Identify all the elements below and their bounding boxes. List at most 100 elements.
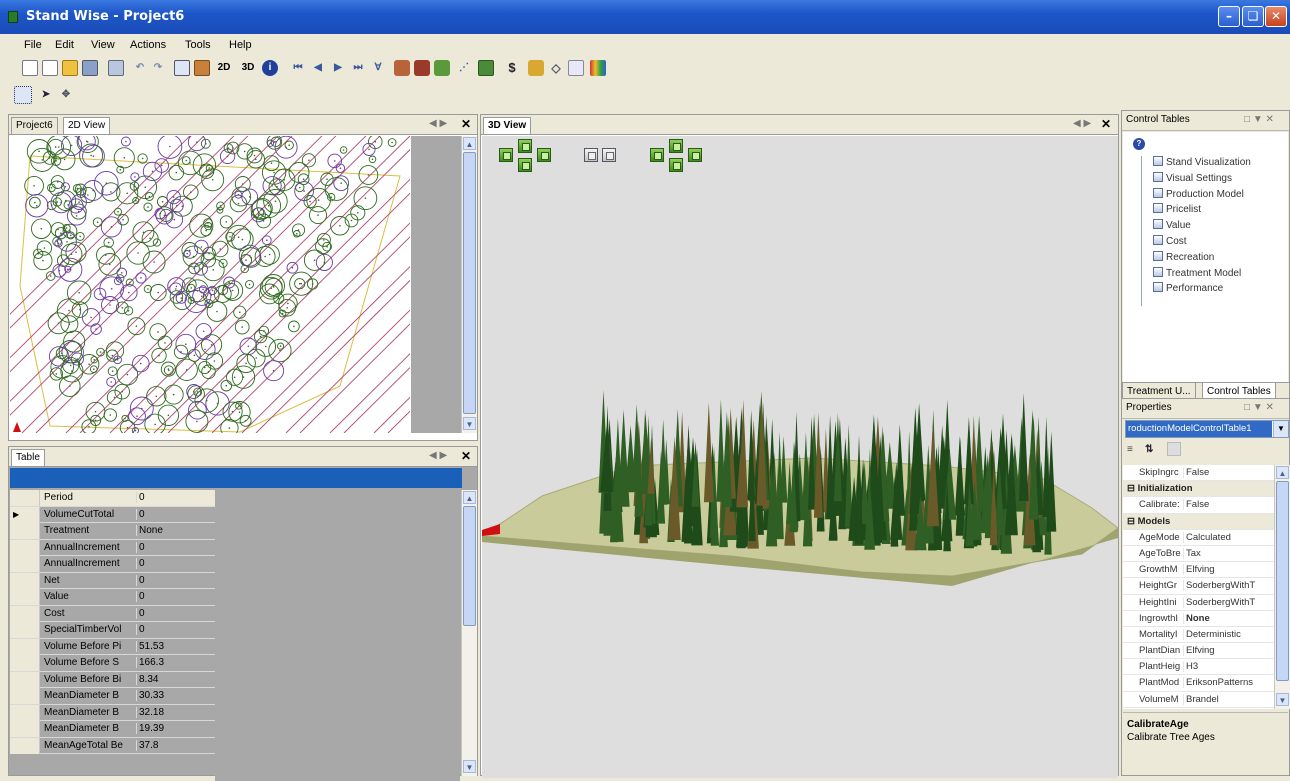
row-header[interactable]: ▶ [10,506,40,523]
object-selector[interactable]: roductionModelControlTable1 ▼ [1125,420,1289,438]
stand-map-2d[interactable] [10,136,410,433]
property-value[interactable]: Elfving [1183,564,1273,576]
eraser-icon[interactable]: ◇ [548,60,564,76]
menu-edit[interactable]: Edit [55,39,74,51]
property-value[interactable]: EriksonPatterns [1183,677,1273,689]
property-value[interactable]: SoderbergWithT [1183,596,1273,608]
tab-scroll-arrows[interactable]: ◀ ▶ [429,450,447,461]
table-row[interactable]: Value 0 [10,589,215,606]
chevron-down-icon[interactable]: ▼ [1273,421,1288,437]
planting-icon[interactable] [434,60,450,76]
control-table-item[interactable]: Performance [1153,282,1223,294]
control-table-item[interactable]: Recreation [1153,250,1214,263]
new-project-icon[interactable] [42,60,58,76]
restore-button[interactable]: ❏ [1242,6,1264,27]
last-period-icon[interactable]: ⏭ [350,60,366,76]
road-icon[interactable]: ⋰ [456,60,472,76]
property-row[interactable]: IngrowthI None [1123,611,1275,627]
property-row[interactable]: MortalityI Deterministic [1123,627,1275,644]
close-panel-icon[interactable]: ✕ [461,449,471,463]
table-row[interactable]: MeanDiameter B 32.18 [10,704,215,721]
table-row[interactable]: Treatment None [10,523,215,540]
row-header[interactable] [10,523,40,539]
undo-icon[interactable]: ↶ [132,60,148,76]
view-3d-button[interactable]: 3D [238,60,258,76]
redo-icon[interactable]: ↷ [150,60,166,76]
property-value[interactable]: Deterministic [1183,628,1273,640]
menu-actions[interactable]: Actions [130,39,166,51]
stand-3d-viewport[interactable] [482,136,1118,778]
control-table-item[interactable]: Value [1153,219,1191,231]
table-row[interactable]: AnnualIncrement 0 [10,556,215,573]
property-row[interactable]: Calibrate: False [1123,497,1275,514]
control-table-item[interactable]: Production Model [1153,187,1244,200]
panel-pin-icon[interactable]: □ ▼ ✕ [1244,402,1274,413]
property-row[interactable]: HeightIni SoderbergWithT [1123,595,1275,611]
scroll-down-icon[interactable]: ▼ [463,417,476,430]
harvest-icon[interactable] [394,60,410,76]
property-value[interactable]: False [1183,467,1273,478]
scroll-thumb[interactable] [1276,481,1289,681]
row-header[interactable] [10,737,40,754]
property-row[interactable]: PlantMod EriksonPatterns [1123,675,1275,692]
property-value[interactable]: Calculated [1183,531,1273,543]
categorized-icon[interactable]: ≡ [1127,444,1133,455]
property-value[interactable]: False [1183,499,1273,511]
tree-crown[interactable] [220,418,239,433]
thinning-icon[interactable] [414,60,430,76]
menu-tools[interactable]: Tools [185,39,211,51]
copy-icon[interactable] [108,60,124,76]
property-row[interactable]: AgeToBre Tax [1123,546,1275,563]
property-value[interactable]: Elfving [1183,645,1273,657]
column-header-0[interactable]: 0 [136,492,211,503]
table-row[interactable]: Volume Before Pi 51.53 [10,638,215,655]
table-row[interactable]: MeanAgeTotal Be 37.8 [10,737,215,754]
table-row[interactable]: MeanDiameter B 30.33 [10,688,215,705]
previous-period-icon[interactable]: ◀ [310,60,326,76]
stand-icon[interactable] [478,60,494,76]
first-period-icon[interactable]: ⏮ [290,60,306,76]
property-value[interactable]: Tax [1183,547,1273,559]
scroll-down-icon[interactable]: ▼ [1276,693,1289,706]
row-header[interactable] [10,655,40,671]
table-row[interactable]: AnnualIncrement 0 [10,539,215,556]
next-period-icon[interactable]: ▶ [330,60,346,76]
row-header[interactable] [10,688,40,704]
property-row[interactable]: PlantDian Elfving [1123,643,1275,660]
scroll-up-icon[interactable]: ▲ [1276,466,1289,479]
scroll-up-icon[interactable]: ▲ [463,137,476,150]
crane-icon[interactable] [528,60,544,76]
minimize-button[interactable]: – [1218,6,1240,27]
property-row[interactable]: PlantHeig H3 [1123,659,1275,676]
property-category[interactable]: ⊟ Initialization [1123,481,1275,498]
property-value[interactable]: H3 [1183,661,1273,673]
row-header[interactable] [10,704,40,721]
property-row[interactable]: HeightGr SoderbergWithT [1123,578,1275,595]
chart-icon[interactable] [194,60,210,76]
view-2d-button[interactable]: 2D [214,60,234,76]
menu-view[interactable]: View [91,39,115,51]
save-icon[interactable] [82,60,98,76]
table-row[interactable]: Volume Before Bi 8.34 [10,671,215,688]
control-table-item[interactable]: Pricelist [1153,203,1201,215]
table-row[interactable]: Cost 0 [10,605,215,622]
property-row[interactable]: VolumeM Brandel [1123,692,1275,708]
map-vertical-scrollbar[interactable]: ▲ ▼ [461,136,477,433]
tab-project[interactable]: Project6 [11,117,58,134]
property-value[interactable]: None [1183,612,1273,624]
control-table-item[interactable]: Stand Visualization [1153,156,1251,168]
row-header[interactable] [10,539,40,556]
close-panel-icon[interactable]: ✕ [1101,117,1111,131]
property-pages-icon[interactable] [1167,442,1181,456]
tab-3d-view[interactable]: 3D View [483,117,532,134]
cut-period-icon[interactable]: ∀ [370,60,386,76]
close-button[interactable]: ✕ [1265,6,1287,27]
row-header[interactable] [10,622,40,638]
property-row[interactable]: GrowthM Elfving [1123,562,1275,579]
menu-file[interactable]: File [24,39,42,51]
scroll-thumb[interactable] [463,152,476,414]
table-row[interactable]: Volume Before S 166.3 [10,655,215,672]
control-table-item[interactable]: Cost [1153,235,1187,247]
close-panel-icon[interactable]: ✕ [461,117,471,131]
table-row[interactable]: Net 0 [10,572,215,589]
